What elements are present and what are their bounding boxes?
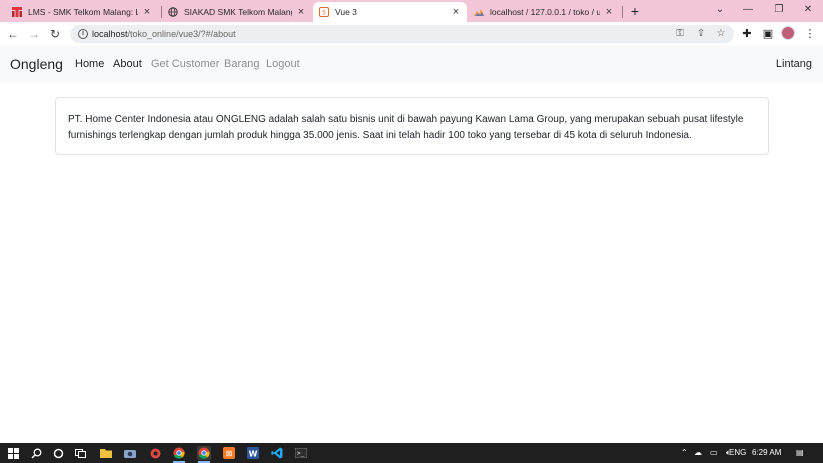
key-icon[interactable]: ⚿ bbox=[674, 28, 686, 40]
new-tab-button[interactable]: + bbox=[628, 3, 642, 19]
menu-kebab-icon[interactable]: ⋮ bbox=[803, 27, 817, 41]
nav-get-customer[interactable]: Get Customer bbox=[151, 58, 219, 71]
tray-language[interactable]: ENG bbox=[729, 447, 746, 459]
close-icon[interactable]: × bbox=[604, 7, 614, 18]
tray-chevron-icon[interactable]: ⌃ bbox=[681, 447, 688, 459]
tab-vue3[interactable]: 5 Vue 3 × bbox=[313, 2, 467, 22]
browser-tab-strip: LMS - SMK Telkom Malang: Log × SIAKAD SM… bbox=[0, 0, 823, 22]
xampp-icon[interactable]: ⊠ bbox=[222, 446, 236, 460]
restore-icon[interactable]: ❐ bbox=[771, 3, 787, 17]
app-navbar: Ongleng Home About Get Customer Barang L… bbox=[0, 46, 823, 82]
profile-avatar[interactable] bbox=[781, 26, 795, 40]
forward-arrow-icon[interactable]: → bbox=[26, 26, 42, 42]
tab-divider bbox=[622, 6, 623, 18]
site-info-icon[interactable]: i bbox=[78, 29, 88, 39]
chrome-icon[interactable] bbox=[172, 446, 186, 460]
close-icon[interactable]: × bbox=[451, 7, 461, 18]
windows-start-icon[interactable] bbox=[6, 446, 20, 460]
bookmark-star-icon[interactable]: ☆ bbox=[715, 28, 727, 40]
camera-app-icon[interactable] bbox=[123, 446, 137, 460]
close-icon[interactable]: × bbox=[142, 7, 152, 18]
chrome-profile-icon[interactable] bbox=[197, 446, 211, 460]
nav-about[interactable]: About bbox=[113, 58, 142, 71]
tab-search-chevron-icon[interactable]: ⌄ bbox=[712, 3, 728, 17]
back-arrow-icon[interactable]: ← bbox=[5, 26, 21, 42]
extensions-puzzle-icon[interactable]: ✚ bbox=[740, 27, 754, 41]
cloud-icon[interactable]: ☁ bbox=[694, 447, 702, 459]
navbar-brand[interactable]: Ongleng bbox=[10, 56, 63, 72]
phpmyadmin-icon bbox=[474, 7, 484, 17]
windows-taskbar: ⊠ W >_ ⌃ ☁ ▭ 🔈︎ ENG 6:29 AM ▤ bbox=[0, 443, 823, 463]
close-icon[interactable]: × bbox=[296, 7, 306, 18]
battery-icon[interactable]: ▭ bbox=[710, 447, 718, 459]
globe-icon bbox=[168, 7, 178, 17]
notification-icon[interactable]: ▤ bbox=[796, 447, 804, 459]
nav-username: Lintang bbox=[775, 58, 812, 70]
share-icon[interactable]: ⇪ bbox=[695, 28, 707, 40]
html5-icon: 5 bbox=[319, 7, 329, 17]
url-path: /toko_online/vue3/?#/about bbox=[127, 29, 236, 39]
search-icon[interactable] bbox=[29, 446, 43, 460]
media-app-icon[interactable] bbox=[148, 446, 162, 460]
svg-text:5: 5 bbox=[322, 10, 326, 17]
tab-siakad[interactable]: SIAKAD SMK Telkom Malang × bbox=[162, 2, 312, 22]
terminal-icon[interactable]: >_ bbox=[294, 446, 308, 460]
nav-home[interactable]: Home bbox=[75, 58, 104, 71]
telkom-logo-icon bbox=[12, 7, 22, 17]
tab-title: SIAKAD SMK Telkom Malang bbox=[184, 7, 292, 17]
close-window-icon[interactable]: ✕ bbox=[800, 3, 816, 17]
svg-text:W: W bbox=[249, 450, 258, 459]
vscode-icon[interactable] bbox=[270, 446, 284, 460]
nav-logout[interactable]: Logout bbox=[266, 58, 300, 71]
side-panel-icon[interactable]: ▣ bbox=[761, 27, 775, 41]
tab-lms[interactable]: LMS - SMK Telkom Malang: Log × bbox=[6, 2, 158, 22]
url-host: localhost bbox=[92, 29, 128, 39]
tab-title: localhost / 127.0.0.1 / toko / user bbox=[490, 7, 600, 17]
reload-icon[interactable]: ↻ bbox=[47, 26, 63, 42]
cortana-icon[interactable] bbox=[51, 446, 65, 460]
tray-clock[interactable]: 6:29 AM bbox=[752, 447, 781, 459]
svg-text:⊠: ⊠ bbox=[226, 449, 233, 458]
address-url[interactable]: localhost/toko_online/vue3/?#/about bbox=[92, 28, 236, 40]
minimize-icon[interactable]: — bbox=[740, 3, 756, 17]
tab-phpmyadmin[interactable]: localhost / 127.0.0.1 / toko / user × bbox=[468, 2, 620, 22]
tab-title: Vue 3 bbox=[335, 7, 357, 17]
nav-barang[interactable]: Barang bbox=[224, 58, 259, 71]
tab-title: LMS - SMK Telkom Malang: Log bbox=[28, 7, 138, 17]
address-bar[interactable]: i localhost/toko_online/vue3/?#/about ⚿ … bbox=[70, 25, 734, 43]
about-card: PT. Home Center Indonesia atau ONGLENG a… bbox=[55, 97, 769, 155]
about-text: PT. Home Center Indonesia atau ONGLENG a… bbox=[68, 114, 744, 141]
browser-toolbar: ← → ↻ i localhost/toko_online/vue3/?#/ab… bbox=[0, 22, 823, 46]
task-view-icon[interactable] bbox=[74, 446, 88, 460]
svg-text:>_: >_ bbox=[297, 450, 305, 457]
file-explorer-icon[interactable] bbox=[99, 446, 113, 460]
word-icon[interactable]: W bbox=[246, 446, 260, 460]
